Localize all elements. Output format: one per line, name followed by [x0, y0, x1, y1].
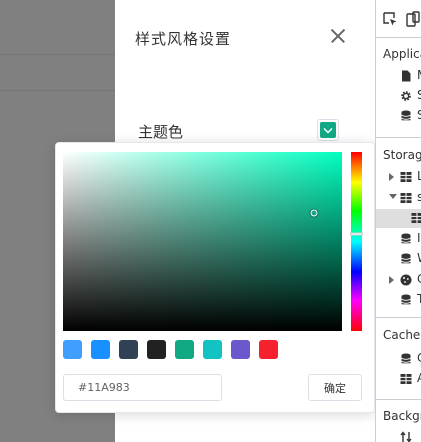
- saturation-cursor[interactable]: [310, 209, 318, 217]
- devtools-tree-item[interactable]: L: [376, 168, 421, 187]
- devtools-tree-item[interactable]: s: [376, 189, 421, 208]
- devtools-tree-item[interactable]: I: [376, 230, 421, 249]
- devtools-tree-item[interactable]: A: [376, 370, 421, 389]
- devtools-tree-item-label: S: [417, 108, 421, 122]
- inspect-element-icon[interactable]: [382, 11, 398, 27]
- devtools-tree-item-label: A: [417, 371, 421, 385]
- hue-slider-thumb[interactable]: [350, 232, 363, 236]
- close-icon[interactable]: [330, 28, 346, 44]
- color-picker-panel: #409EFF #1890FF #304156 #212121 #11A983 #13C2…: [55, 142, 375, 413]
- theme-color-label: 主题色: [138, 123, 184, 141]
- devtools-tree-item-label: W: [417, 251, 421, 265]
- devtools-tree-item-label: s: [417, 190, 421, 204]
- saturation-value-panel[interactable]: [63, 152, 342, 331]
- devtools-tree-item[interactable]: W: [376, 250, 421, 269]
- devtools-tree-item-label: T: [417, 292, 421, 306]
- application-heading: Applica: [383, 47, 421, 61]
- preset-color-swatch[interactable]: #6959CD: [231, 340, 250, 359]
- background-services-section: Backgr: [376, 399, 421, 442]
- collapse-arrow-icon[interactable]: [389, 275, 394, 284]
- database-icon: [401, 353, 411, 364]
- cookie-icon: [400, 274, 412, 285]
- storage-heading: Storage: [383, 148, 421, 162]
- devtools-tree-item-label: S: [417, 88, 421, 102]
- devtools-toolbar: [376, 0, 421, 38]
- drawer-title: 样式风格设置: [135, 30, 232, 48]
- theme-color-swatch: [320, 122, 336, 138]
- preset-color-swatch[interactable]: #F5222D: [259, 340, 278, 359]
- devtools-tree-item[interactable]: S: [376, 107, 421, 126]
- preset-color-swatch[interactable]: #1890FF: [91, 340, 110, 359]
- devtools-tree-item[interactable]: S: [376, 87, 421, 106]
- grid-icon: [400, 172, 412, 182]
- grid-icon: [400, 192, 412, 203]
- cache-section: Cache CA: [376, 317, 421, 400]
- database-icon: [401, 110, 411, 121]
- devtools-tree-item-label: M: [417, 68, 421, 82]
- overlay-divider: [0, 90, 115, 91]
- devtools-tree-item[interactable]: T: [376, 291, 421, 310]
- database-icon: [401, 233, 411, 243]
- devtools-tree-item[interactable]: C: [376, 271, 421, 290]
- devtools-tree-item-label: L: [417, 169, 421, 183]
- file-icon: [402, 70, 411, 82]
- devtools-tree-item[interactable]: M: [376, 67, 421, 86]
- confirm-button[interactable]: 确定: [308, 374, 362, 401]
- grid-icon: [400, 374, 412, 384]
- preset-color-swatch[interactable]: #409EFF: [63, 340, 82, 359]
- preset-color-swatch[interactable]: #13C2C2: [203, 340, 222, 359]
- application-section: Applica MSS: [376, 37, 421, 138]
- device-toolbar-icon[interactable]: [406, 11, 420, 27]
- chevron-down-icon: [323, 127, 333, 133]
- grid-icon: [411, 213, 421, 223]
- devtools-tree-item-label: I: [417, 230, 421, 245]
- expand-arrow-icon[interactable]: [389, 193, 397, 199]
- preset-colors: #409EFF #1890FF #304156 #212121 #11A983 #13C2…: [63, 340, 278, 359]
- background-services-heading: Backgr: [383, 409, 421, 423]
- devtools-tree-item-label: C: [417, 351, 421, 365]
- overlay-divider: [0, 54, 115, 55]
- preset-color-swatch[interactable]: #11A983: [175, 340, 194, 359]
- cache-heading: Cache: [383, 328, 421, 342]
- devtools-tree-item[interactable]: [376, 209, 421, 228]
- fetch-icon: [400, 431, 412, 442]
- storage-section: Storage Ls IWCT: [376, 137, 421, 318]
- hue-slider[interactable]: [350, 152, 363, 331]
- collapse-arrow-icon[interactable]: [389, 173, 394, 181]
- database-icon: [401, 253, 411, 264]
- devtools-tree-item[interactable]: C: [376, 350, 421, 369]
- preset-color-swatch[interactable]: #212121: [147, 340, 166, 359]
- devtools-tree-item-label: C: [417, 272, 421, 286]
- database-icon: [401, 294, 411, 305]
- theme-color-trigger[interactable]: [317, 119, 339, 141]
- preset-color-swatch[interactable]: #304156: [119, 340, 138, 359]
- devtools-panel: Applica MSS Storage LsIWCT Cache CA Back…: [375, 0, 421, 442]
- hex-color-input[interactable]: [63, 374, 222, 401]
- gear-icon: [401, 91, 411, 101]
